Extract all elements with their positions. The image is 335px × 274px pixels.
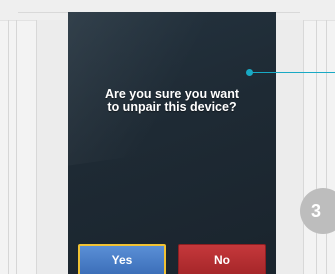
callout-dot-icon xyxy=(246,69,253,76)
manual-page: Are you sure you want to unpair this dev… xyxy=(0,0,335,274)
margin-rule xyxy=(326,20,327,274)
device-screen: Are you sure you want to unpair this dev… xyxy=(68,12,276,274)
margin-rule xyxy=(8,20,9,274)
margin-rule xyxy=(16,20,17,274)
unpair-confirmation-message: Are you sure you want to unpair this dev… xyxy=(104,87,240,114)
yes-button[interactable]: Yes xyxy=(78,244,166,274)
no-button[interactable]: No xyxy=(178,244,266,274)
step-number-badge: 3 xyxy=(300,188,335,234)
margin-rule xyxy=(316,20,317,274)
callout-line xyxy=(250,72,335,73)
